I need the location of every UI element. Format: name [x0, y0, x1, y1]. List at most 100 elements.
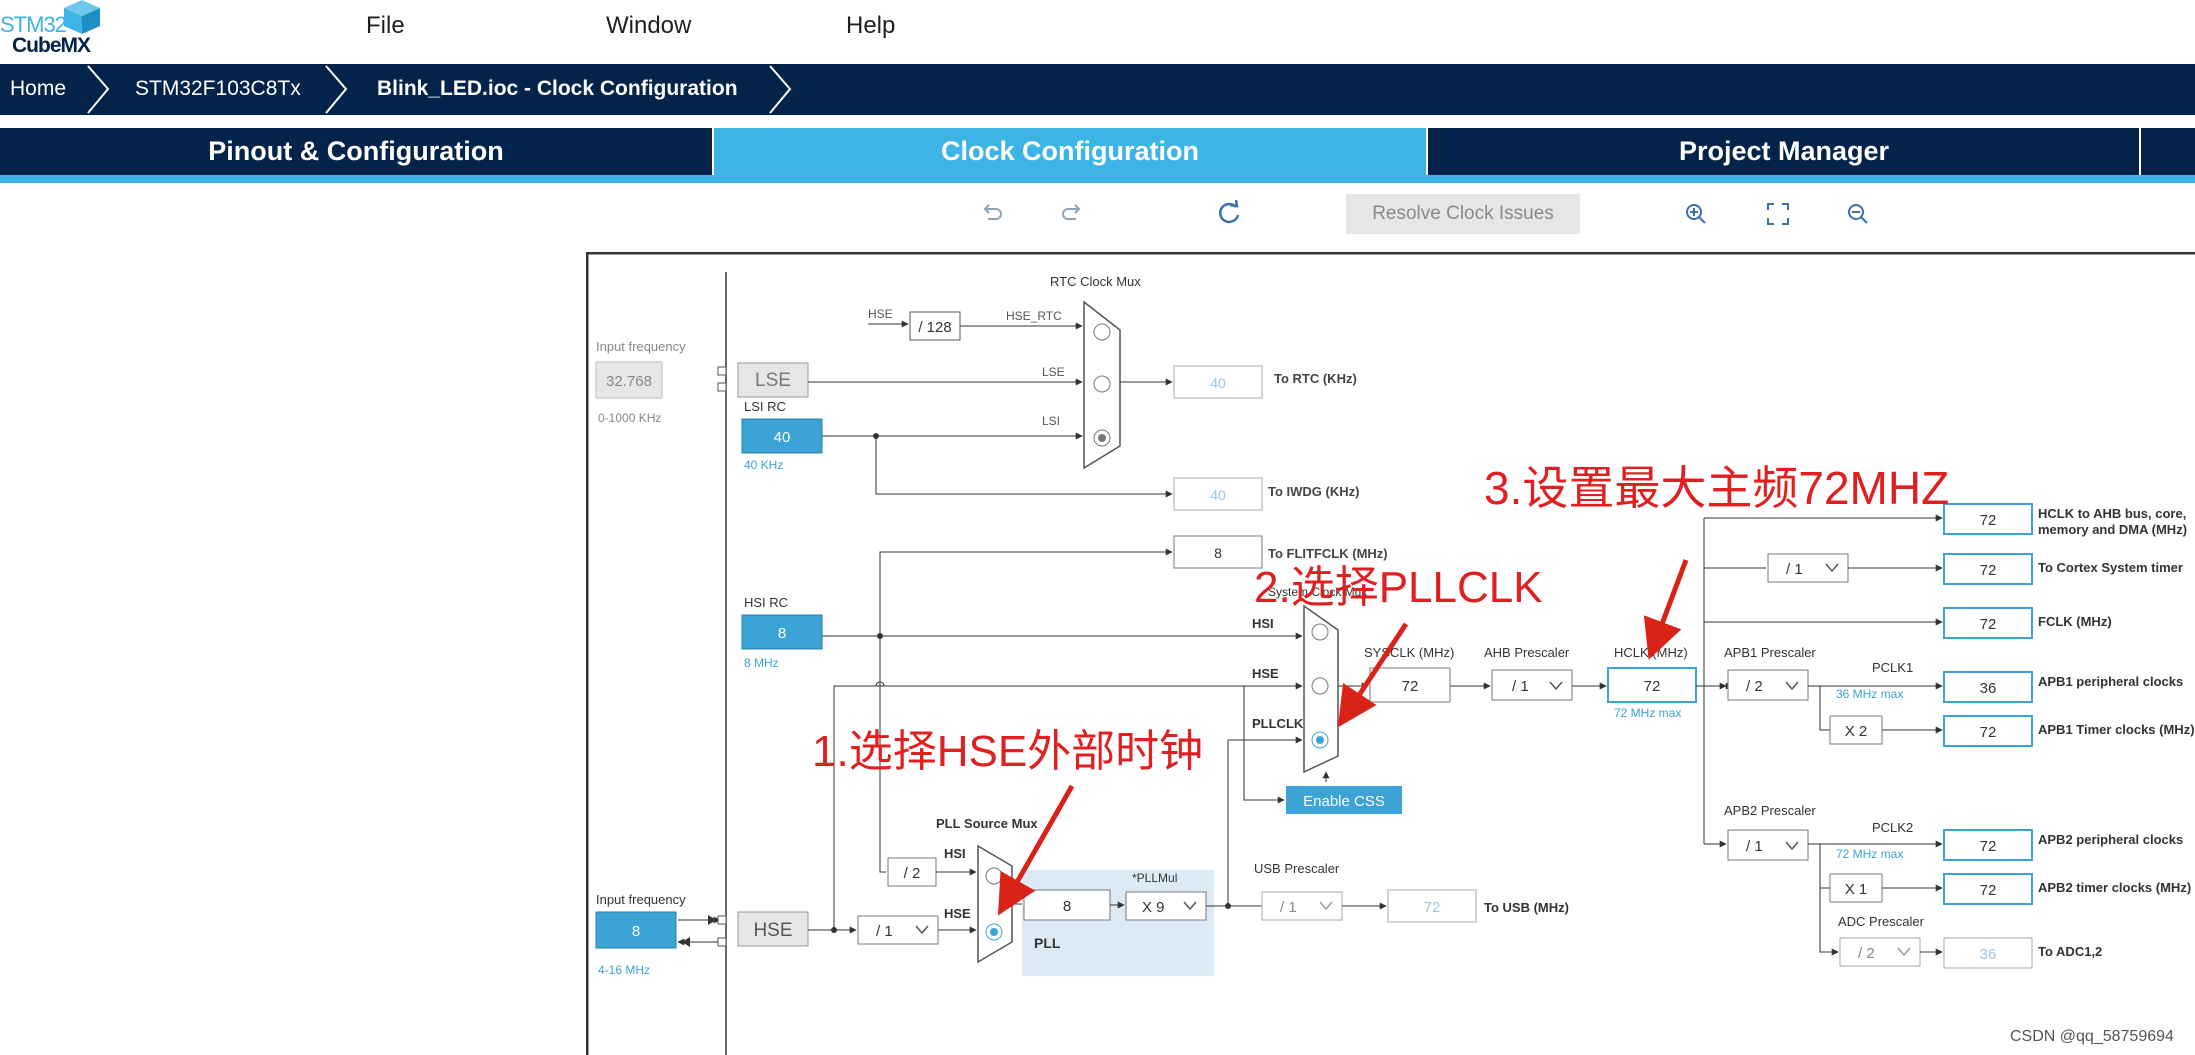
usb-prescaler-label: USB Prescaler: [1254, 861, 1340, 876]
redo-icon[interactable]: [1060, 201, 1084, 225]
cube-icon: [64, 0, 100, 34]
cortex-output-label: To Cortex System timer: [2038, 560, 2183, 575]
tab-clock-configuration[interactable]: Clock Configuration: [714, 128, 1426, 175]
main-tabs: Pinout & Configuration Clock Configurati…: [0, 128, 2195, 175]
breadcrumb-device[interactable]: STM32F103C8Tx: [135, 77, 301, 101]
ahb-prescaler-value: / 1: [1512, 678, 1529, 695]
clock-tree-canvas: Input frequency 32.768 0-1000 KHz LSE LS…: [586, 252, 2195, 1055]
adc-prescaler-value: / 2: [1858, 945, 1875, 962]
breadcrumb-file[interactable]: Blink_LED.ioc - Clock Configuration: [377, 77, 738, 101]
lse-range: 0-1000 KHz: [598, 411, 661, 425]
tab-project-manager[interactable]: Project Manager: [1428, 128, 2140, 175]
menu-file[interactable]: File: [366, 12, 405, 40]
sys-mux-pllclk-label: PLLCLK: [1252, 716, 1304, 731]
sys-mux-radio-hse[interactable]: [1311, 677, 1329, 695]
resolve-clock-issues-button[interactable]: Resolve Clock Issues: [1346, 194, 1580, 234]
csdn-watermark: CSDN @qq_58759694: [2010, 1028, 2174, 1045]
pll-src-hse-label: HSE: [944, 906, 971, 921]
refresh-icon[interactable]: [1216, 199, 1244, 227]
tab-divider: [712, 128, 714, 175]
stm32cubemx-logo: STM32 CubeMX: [0, 0, 104, 62]
to-usb-label: To USB (MHz): [1484, 900, 1569, 915]
clock-tree-diagram: Input frequency 32.768 0-1000 KHz LSE LS…: [586, 252, 2195, 1055]
ahb-output-label: HCLK to AHB bus, core,: [2038, 506, 2186, 521]
tab-pinout-configuration[interactable]: Pinout & Configuration: [0, 128, 712, 175]
menu-bar: STM32 CubeMX File Window Help: [0, 0, 2195, 64]
tab-underline: [0, 175, 2195, 183]
logo-text-line2: CubeMX: [12, 34, 91, 57]
adc-prescaler-select[interactable]: [1839, 937, 1921, 967]
hse-block-label: HSE: [753, 920, 792, 941]
pll-source-mux-title: PLL Source Mux: [936, 816, 1038, 831]
lsi-value: 40: [774, 429, 791, 446]
hse-rtc-label: HSE_RTC: [1006, 309, 1062, 323]
pll-block: [1022, 870, 1214, 976]
hse-prescaler-select[interactable]: [857, 915, 939, 945]
breadcrumb-home[interactable]: Home: [10, 77, 66, 101]
pll-src-radio-hsi[interactable]: [985, 867, 1003, 885]
usb-prescaler-value: / 1: [1280, 899, 1297, 916]
annotation-arrow-3: [1643, 559, 1689, 660]
hsi-rc-label: HSI RC: [744, 595, 788, 610]
sysclk-value: 72: [1402, 678, 1419, 695]
apb1-peripheral-output-label: APB1 peripheral clocks: [2038, 674, 2183, 689]
cortex-output-value: 72: [1980, 562, 1997, 579]
rtc-mux-radio-lse[interactable]: [1093, 375, 1111, 393]
lse-input-frequency-label: Input frequency: [596, 339, 686, 354]
to-rtc-label: To RTC (KHz): [1274, 371, 1357, 386]
fclk-output-value: 72: [1980, 616, 1997, 633]
cortex-prescaler-value: / 1: [1786, 561, 1803, 578]
zoom-in-icon[interactable]: [1684, 202, 1708, 226]
hse-prescaler-value: / 1: [876, 923, 893, 940]
apb1-timer-output-value: 72: [1980, 724, 1997, 741]
menu-help[interactable]: Help: [846, 12, 895, 40]
chevron-right-icon: [325, 65, 348, 114]
pll-mul-select[interactable]: [1125, 891, 1207, 921]
rtc-output-value: 40: [1210, 375, 1226, 391]
pclk1-label: PCLK1: [1872, 660, 1913, 675]
ahb-output-value: 72: [1980, 512, 1997, 529]
hclk-value: 72: [1644, 678, 1661, 695]
lsi-khz: 40 KHz: [744, 458, 783, 472]
lse-input-frequency-value: 32.768: [606, 373, 652, 390]
annotation-step2: 2.选择PLLCLK: [1254, 563, 1543, 612]
undo-icon[interactable]: [980, 201, 1004, 225]
apb1-timer-output-label: APB1 Timer clocks (MHz): [2038, 722, 2195, 737]
sys-mux-hse-label: HSE: [1252, 666, 1279, 681]
ahb-prescaler-label: AHB Prescaler: [1484, 645, 1570, 660]
pclk2-max: 72 MHz max: [1836, 847, 1903, 861]
rtc-mux-radio-hse[interactable]: [1093, 323, 1111, 341]
enable-css-label: Enable CSS: [1303, 793, 1385, 810]
pll-src-hsi-label: HSI: [944, 846, 966, 861]
adc-output-label: To ADC1,2: [2038, 944, 2102, 959]
rtc-mux-title: RTC Clock Mux: [1050, 274, 1141, 289]
hse-range: 4-16 MHz: [598, 963, 650, 977]
apb2-timer-output-label: APB2 timer clocks (MHz): [2038, 880, 2191, 895]
pll-input-value: 8: [1063, 898, 1071, 915]
sys-mux-radio-hsi[interactable]: [1311, 623, 1329, 641]
pclk2-label: PCLK2: [1872, 820, 1913, 835]
apb2-peripheral-output-label: APB2 peripheral clocks: [2038, 832, 2183, 847]
pclk1-max: 36 MHz max: [1836, 687, 1903, 701]
breadcrumb: Home STM32F103C8Tx Blink_LED.ioc - Clock…: [0, 64, 2195, 115]
adc-output-value: 36: [1980, 946, 1997, 963]
pll-label: PLL: [1034, 935, 1061, 951]
div128-label: / 128: [918, 319, 951, 336]
zoom-out-icon[interactable]: [1846, 202, 1870, 226]
apb2-peripheral-output-value: 72: [1980, 838, 1997, 855]
fit-screen-icon[interactable]: [1766, 202, 1790, 226]
apb1-peripheral-output-value: 36: [1980, 680, 1997, 697]
hsi-value: 8: [778, 625, 786, 642]
hsi-mhz: 8 MHz: [744, 656, 779, 670]
fclk-output-label: FCLK (MHz): [2038, 614, 2112, 629]
hse-input-frequency-value: 8: [632, 923, 640, 940]
menu-window[interactable]: Window: [606, 12, 691, 40]
hclk-max: 72 MHz max: [1614, 706, 1681, 720]
apb1-prescaler-value: / 2: [1746, 678, 1763, 695]
cortex-prescaler-select[interactable]: [1767, 553, 1849, 583]
usb-prescaler-select[interactable]: [1261, 891, 1343, 921]
rtc-lsi-label: LSI: [1042, 414, 1060, 428]
tab-divider: [2139, 128, 2141, 175]
usb-output-value: 72: [1424, 899, 1441, 916]
chevron-right-icon: [769, 65, 792, 114]
